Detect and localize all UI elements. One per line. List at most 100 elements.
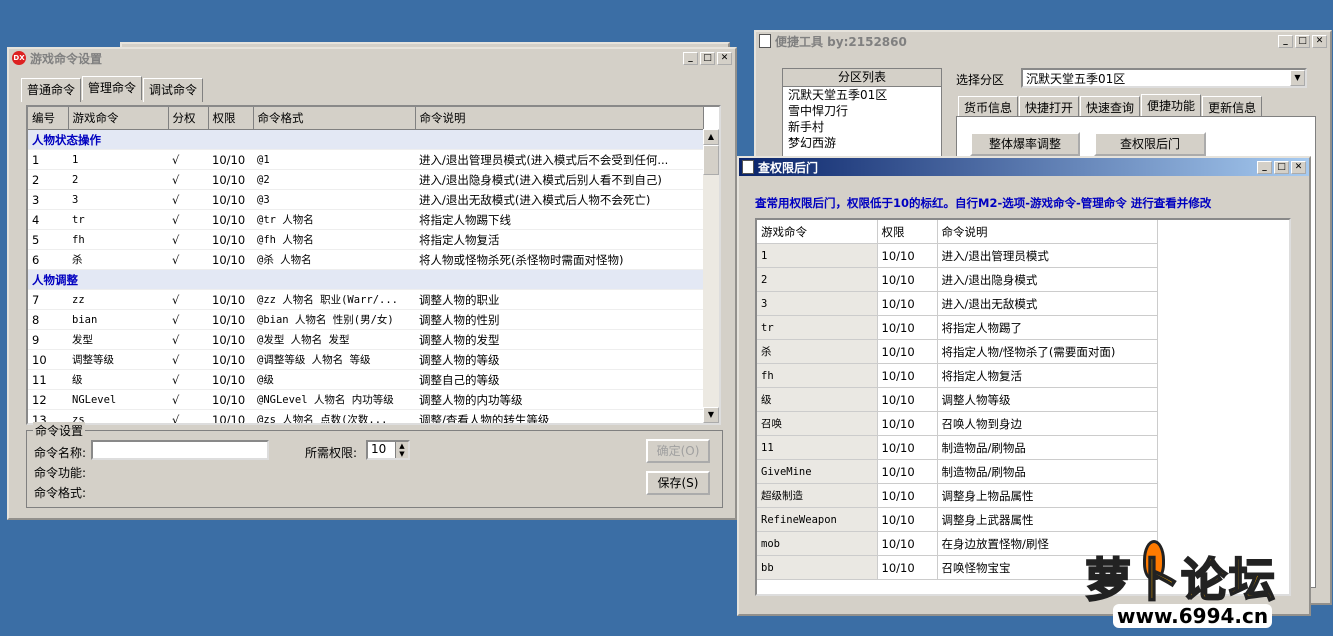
table-cell: 1 [757, 243, 878, 268]
table-row[interactable]: 7 zz √ 10/10 @zz 人物名 职业(Warr/... 调整人物的职业 [28, 289, 703, 310]
close-button[interactable]: ✕ [717, 51, 732, 65]
scroll-down-icon[interactable]: ▼ [703, 407, 719, 423]
table-row[interactable]: RefineWeapon 10/10 调整身上武器属性 [757, 507, 1158, 532]
col-split-perm[interactable]: 分权 [168, 107, 209, 130]
table-row[interactable]: fh 10/10 将指定人物复活 [757, 363, 1158, 388]
table-cell: @2 [253, 169, 415, 190]
table-cell: 杀 [757, 339, 878, 364]
table-row[interactable]: 11 级 √ 10/10 @级 调整自己的等级 [28, 369, 703, 390]
scroll-up-icon[interactable]: ▲ [703, 129, 719, 145]
table-row[interactable]: 杀 10/10 将指定人物/怪物杀了(需要面对面) [757, 339, 1158, 364]
logo-url: www.6994.cn [1113, 604, 1273, 628]
tab-admin-commands[interactable]: 管理命令 [82, 76, 143, 100]
table-row[interactable]: 超级制造 10/10 调整身上物品属性 [757, 483, 1158, 508]
table-cell: 10/10 [877, 339, 938, 364]
list-item[interactable]: 沉默天堂五季01区 [788, 87, 941, 103]
table-cell: 将人物或怪物杀死(杀怪物时需面对怪物) [415, 249, 703, 270]
app-icon [759, 34, 771, 48]
table-cell: √ [168, 149, 208, 170]
maximize-button[interactable]: □ [700, 51, 715, 65]
table-row[interactable]: 13 zs √ 10/10 @zs 人物名 点数(次数... 调整/查看人物的转生等级 [28, 409, 703, 423]
col-description[interactable]: 命令说明 [937, 220, 1158, 244]
table-cell: 调整等级 [68, 349, 168, 370]
permission-stepper[interactable]: 10 ▲ ▼ [366, 440, 410, 460]
table-row[interactable]: 2 10/10 进入/退出隐身模式 [757, 267, 1158, 292]
table-cell: 8 [28, 309, 68, 330]
window-titlebar[interactable]: DX 游戏命令设置 _ □ ✕ [9, 49, 735, 67]
window-title: 查权限后门 [758, 160, 819, 175]
overall-drop-rate-button[interactable]: 整体爆率调整 [970, 132, 1080, 156]
table-cell: @NGLevel 人物名 内功等级 [253, 389, 415, 410]
table-cell: 将指定人物踢下线 [415, 209, 703, 230]
col-permission[interactable]: 权限 [208, 107, 254, 130]
table-row[interactable]: 8 bian √ 10/10 @bian 人物名 性别(男/女) 调整人物的性别 [28, 309, 703, 330]
table-cell: 10/10 [208, 409, 253, 423]
tab-debug-commands[interactable]: 调试命令 [143, 78, 204, 102]
table-row[interactable]: 12 NGLevel √ 10/10 @NGLevel 人物名 内功等级 调整人物的内功等… [28, 389, 703, 410]
table-row[interactable]: 6 杀 √ 10/10 @杀 人物名 将人物或怪物杀死(杀怪物时需面对怪物) [28, 249, 703, 270]
maximize-button[interactable]: □ [1274, 160, 1289, 174]
table-row[interactable]: GiveMine 10/10 制造物品/刷物品 [757, 459, 1158, 484]
table-row[interactable]: 3 10/10 进入/退出无敌模式 [757, 291, 1158, 316]
command-format-label: 命令格式: [34, 486, 87, 500]
window-titlebar[interactable]: 查权限后门 _ □ ✕ [739, 158, 1309, 176]
table-row[interactable]: 级 10/10 调整人物等级 [757, 387, 1158, 412]
table-row[interactable]: 2 2 √ 10/10 @2 进入/退出隐身模式(进入模式后别人看不到自己) [28, 169, 703, 190]
chevron-down-icon[interactable]: ▼ [1290, 70, 1305, 86]
table-row[interactable]: 4 tr √ 10/10 @tr 人物名 将指定人物踢下线 [28, 209, 703, 230]
save-button[interactable]: 保存(S) [646, 471, 710, 495]
table-cell: 10/10 [208, 189, 253, 210]
table-cell: @bian 人物名 性别(男/女) [253, 309, 415, 330]
table-row[interactable]: 11 10/10 制造物品/刷物品 [757, 435, 1158, 460]
command-name-input[interactable] [91, 440, 269, 460]
list-item[interactable]: 雪中悍刀行 [788, 103, 941, 119]
col-command[interactable]: 游戏命令 [757, 220, 878, 244]
check-permission-backdoor-button[interactable]: 查权限后门 [1094, 132, 1206, 156]
window-titlebar[interactable]: 便捷工具 by:2152860 _ □ ✕ [756, 32, 1330, 50]
table-row[interactable]: 3 3 √ 10/10 @3 进入/退出无敌模式(进入模式后人物不会死亡) [28, 189, 703, 210]
close-button[interactable]: ✕ [1291, 160, 1306, 174]
table-row[interactable]: 9 发型 √ 10/10 @发型 人物名 发型 调整人物的发型 [28, 329, 703, 350]
list-item[interactable]: 梦幻西游 [788, 135, 941, 151]
table-cell: 1 [28, 149, 68, 170]
zone-list[interactable]: 分区列表 沉默天堂五季01区 雪中悍刀行 新手村 梦幻西游 [782, 68, 942, 160]
table-cell: zz [68, 289, 168, 310]
group-row: 人物调整 [28, 269, 703, 290]
close-button[interactable]: ✕ [1312, 34, 1327, 48]
table-cell: 将指定人物复活 [415, 229, 703, 250]
table-row[interactable]: 召唤 10/10 召唤人物到身边 [757, 411, 1158, 436]
col-id[interactable]: 编号 [28, 107, 69, 130]
table-cell: 6 [28, 249, 68, 270]
table-cell: @tr 人物名 [253, 209, 415, 230]
zone-list-items: 沉默天堂五季01区 雪中悍刀行 新手村 梦幻西游 [783, 87, 941, 151]
list-item[interactable]: 新手村 [788, 119, 941, 135]
window-title: 游戏命令设置 [30, 51, 103, 66]
scroll-thumb[interactable] [703, 145, 719, 175]
table-cell: 10/10 [877, 435, 938, 460]
table-row[interactable]: 10 调整等级 √ 10/10 @调整等级 人物名 等级 调整人物的等级 [28, 349, 703, 370]
stepper-arrows-icon[interactable]: ▲ ▼ [395, 442, 408, 458]
col-format[interactable]: 命令格式 [253, 107, 416, 130]
tab-convenience[interactable]: 便捷功能 [1141, 94, 1202, 118]
table-row[interactable]: 1 1 √ 10/10 @1 进入/退出管理员模式(进入模式后不会受到任何... [28, 149, 703, 170]
col-command[interactable]: 游戏命令 [68, 107, 169, 130]
table-row[interactable]: 1 10/10 进入/退出管理员模式 [757, 243, 1158, 268]
col-permission[interactable]: 权限 [877, 220, 938, 244]
table-cell: 杀 [68, 249, 168, 270]
col-description[interactable]: 命令说明 [415, 107, 704, 130]
table-cell: 发型 [68, 329, 168, 350]
minimize-button[interactable]: _ [683, 51, 698, 65]
window-title: 便捷工具 by:2152860 [775, 34, 907, 49]
minimize-button[interactable]: _ [1257, 160, 1272, 174]
table-cell: 10/10 [877, 507, 938, 532]
zone-select-value: 沉默天堂五季01区 [1026, 72, 1126, 86]
maximize-button[interactable]: □ [1295, 34, 1310, 48]
command-table[interactable]: 编号 游戏命令 分权 权限 命令格式 命令说明 人物状态操作 1 1 √ 10/10 @… [26, 105, 721, 425]
minimize-button[interactable]: _ [1278, 34, 1293, 48]
table-row[interactable]: 5 fh √ 10/10 @fh 人物名 将指定人物复活 [28, 229, 703, 250]
zone-select[interactable]: 沉默天堂五季01区 ▼ [1021, 68, 1307, 88]
ok-button[interactable]: 确定(O) [646, 439, 710, 463]
table-scrollbar[interactable]: ▲ ▼ [703, 129, 719, 423]
tab-normal-commands[interactable]: 普通命令 [21, 78, 82, 102]
table-row[interactable]: tr 10/10 将指定人物踢了 [757, 315, 1158, 340]
